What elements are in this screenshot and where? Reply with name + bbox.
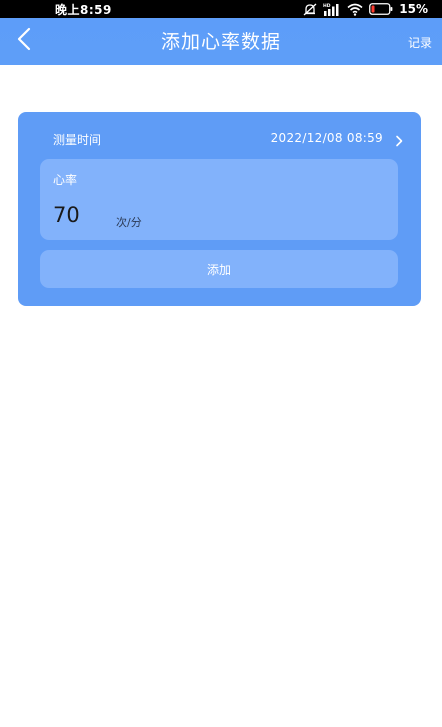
status-time: 晚上8:59 <box>55 3 112 17</box>
heart-rate-label: 心率 <box>53 173 78 187</box>
page-title: 添加心率数据 <box>160 31 281 53</box>
network-hd-label: HD <box>323 3 331 9</box>
heart-rate-field: 心率 次/分 <box>40 159 398 240</box>
mute-notification-icon <box>303 3 317 16</box>
cellular-signal-icon: HD <box>323 3 341 16</box>
status-icons: HD 15% <box>303 2 428 16</box>
add-button[interactable]: 添加 <box>40 250 398 288</box>
battery-percentage: 15% <box>399 2 428 16</box>
measure-time-row[interactable]: 测量时间 2022/12/08 08:59 <box>18 112 421 160</box>
measure-time-value: 2022/12/08 08:59 <box>270 131 383 145</box>
heart-rate-unit: 次/分 <box>116 216 142 229</box>
app-bar: 添加心率数据 记录 <box>0 18 442 65</box>
record-button[interactable]: 记录 <box>408 34 432 51</box>
chevron-right-icon <box>395 132 403 151</box>
status-bar: 晚上8:59 HD 15% <box>0 0 442 18</box>
wifi-icon <box>347 3 363 16</box>
heart-rate-form-card: 测量时间 2022/12/08 08:59 心率 次/分 添加 <box>18 112 421 306</box>
measure-time-label: 测量时间 <box>53 133 102 147</box>
battery-icon <box>369 3 393 15</box>
